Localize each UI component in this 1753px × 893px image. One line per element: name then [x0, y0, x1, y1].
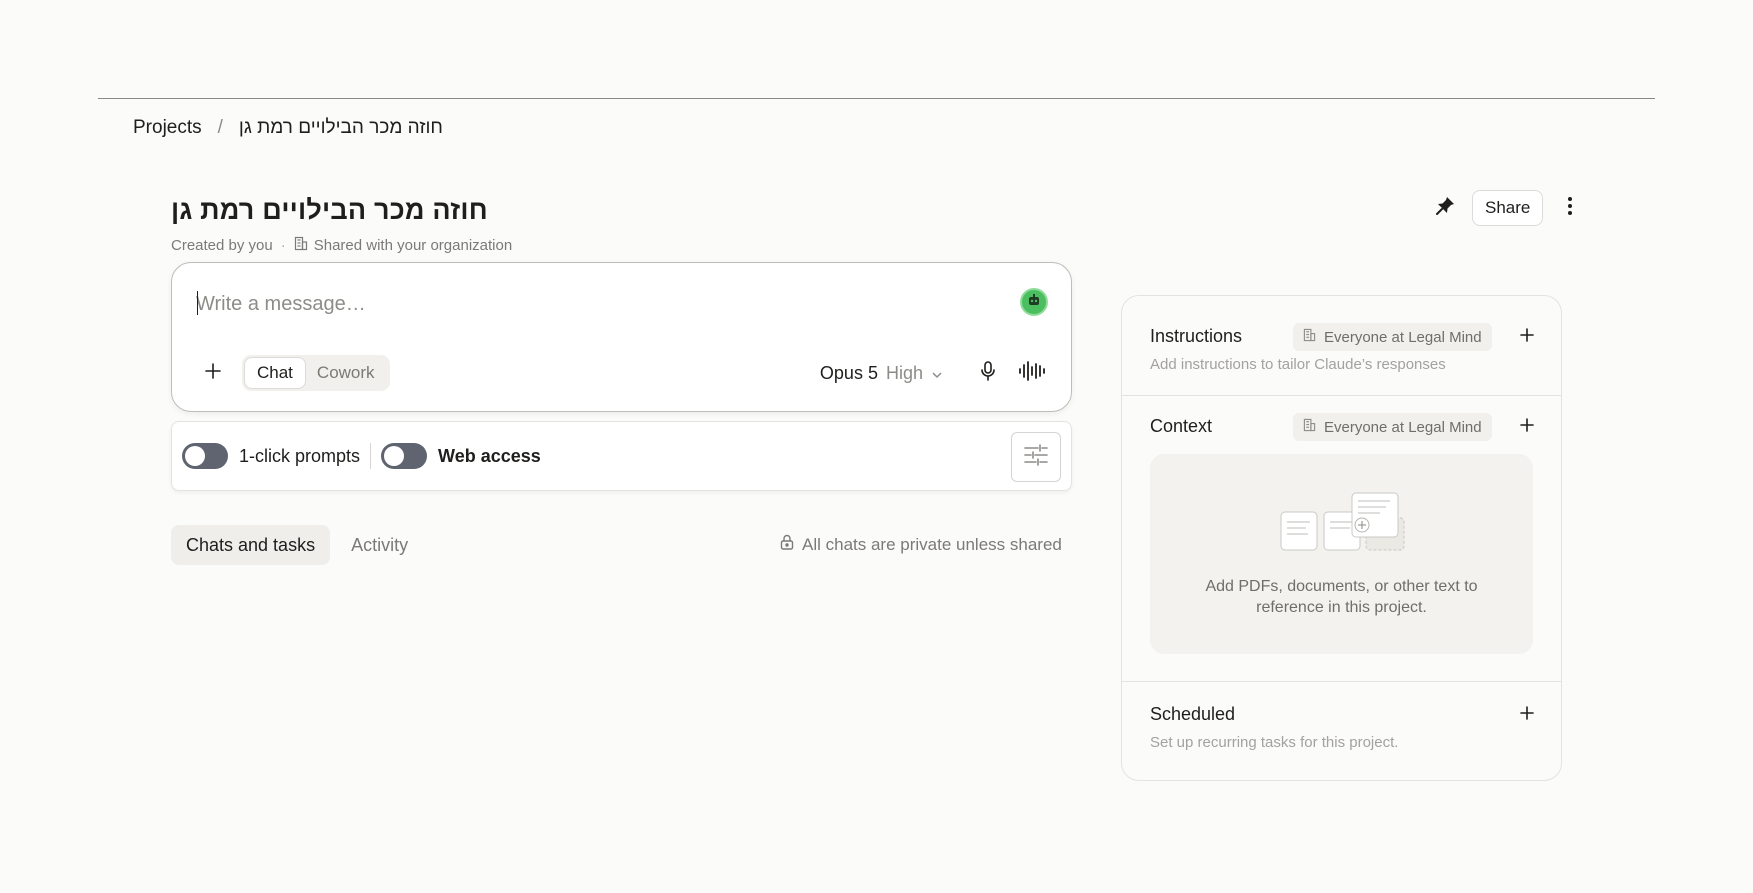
chevron-down-icon [931, 363, 943, 384]
pin-icon [1434, 195, 1456, 222]
microphone-icon [979, 360, 997, 387]
settings-sliders-button[interactable] [1011, 432, 1061, 482]
breadcrumb-current: חוזה מכר הבילויים רמת גן [238, 117, 443, 138]
instructions-section: Instructions Everyone at Legal Mind Add … [1122, 296, 1561, 396]
robot-icon [1027, 293, 1041, 312]
web-access-label: Web access [438, 445, 541, 466]
project-meta: Created by you · Shared with your organi… [171, 236, 512, 255]
instructions-title: Instructions [1150, 326, 1243, 346]
header-actions: Share [1428, 190, 1587, 226]
documents-illustration-icon [1280, 492, 1406, 557]
context-section: Context Everyone at Legal Mind Add PDFs,… [1122, 396, 1561, 682]
top-divider [98, 98, 1655, 99]
meta-separator: · [280, 237, 286, 254]
plus-icon [204, 362, 222, 385]
dictation-button[interactable] [973, 358, 1003, 388]
more-options-button[interactable] [1553, 191, 1587, 225]
composer-options-bar: 1-click prompts Web access [171, 421, 1072, 491]
sliders-icon [1023, 443, 1049, 472]
project-page: Projects / חוזה מכר הבילויים רמת גן חוזה… [0, 0, 1753, 893]
privacy-note-text: All chats are private unless shared [802, 534, 1062, 554]
building-icon [1303, 418, 1316, 436]
plus-icon [1520, 705, 1534, 725]
project-title[interactable]: חוזה מכר הבילויים רמת גן [171, 195, 488, 226]
scheduled-title: Scheduled [1150, 704, 1236, 724]
waveform-icon [1018, 360, 1046, 386]
context-title: Context [1150, 416, 1213, 436]
context-dropzone[interactable]: Add PDFs, documents, or other text to re… [1150, 454, 1533, 654]
instructions-scope-badge[interactable]: Everyone at Legal Mind [1293, 323, 1492, 351]
add-context-button[interactable] [1514, 414, 1540, 440]
created-by-label: Created by you [171, 237, 273, 254]
building-icon [294, 236, 308, 255]
add-attachment-button[interactable] [196, 356, 230, 390]
effort-level: High [885, 362, 923, 383]
model-selector[interactable]: Opus 5 High [820, 363, 943, 384]
pin-button[interactable] [1428, 191, 1462, 225]
building-icon [1303, 328, 1316, 346]
scheduled-description: Set up recurring tasks for this project. [1150, 734, 1399, 751]
breadcrumb-projects-link[interactable]: Projects [133, 117, 202, 139]
plus-icon [1520, 327, 1534, 347]
instructions-description: Add instructions to tailor Claude’s resp… [1150, 356, 1446, 373]
breadcrumb-separator: / [217, 117, 223, 138]
one-click-prompts-label: 1-click prompts [239, 445, 361, 466]
add-instructions-button[interactable] [1514, 324, 1540, 350]
project-side-panel: Instructions Everyone at Legal Mind Add … [1121, 295, 1562, 781]
tab-chats-and-tasks[interactable]: Chats and tasks [171, 525, 331, 565]
mode-switch: Chat Cowork [242, 355, 390, 391]
message-composer: Chat Cowork Opus 5 High [171, 262, 1072, 412]
context-hint: Add PDFs, documents, or other text to re… [1205, 578, 1478, 616]
more-vertical-icon [1567, 196, 1573, 221]
share-button[interactable]: Share [1472, 190, 1544, 226]
breadcrumb: Projects / חוזה מכר הבילויים רמת גן [133, 117, 443, 139]
composer-toolbar: Chat Cowork Opus 5 High [196, 355, 1047, 391]
plus-icon [1520, 417, 1534, 437]
instructions-scope-label: Everyone at Legal Mind [1324, 328, 1482, 346]
message-input[interactable] [196, 289, 976, 319]
tab-activity[interactable]: Activity [336, 525, 423, 565]
agent-avatar[interactable] [1020, 288, 1048, 316]
voice-mode-button[interactable] [1017, 358, 1047, 388]
privacy-note: All chats are private unless shared [780, 534, 1062, 555]
add-scheduled-task-button[interactable] [1514, 702, 1540, 728]
context-scope-label: Everyone at Legal Mind [1324, 418, 1482, 436]
toggle-divider [370, 443, 372, 469]
sharing-label: Shared with your organization [313, 237, 513, 254]
project-tabs: Chats and tasks Activity [171, 525, 423, 565]
web-access-toggle[interactable] [381, 443, 428, 469]
text-caret [197, 291, 198, 315]
model-name: Opus 5 [819, 362, 878, 383]
scheduled-section: Scheduled Set up recurring tasks for thi… [1122, 682, 1561, 782]
mode-chat[interactable]: Chat [245, 358, 305, 388]
lock-icon [780, 534, 794, 555]
one-click-prompts-toggle[interactable] [182, 443, 228, 469]
sharing-status[interactable]: Shared with your organization [294, 236, 512, 255]
mode-cowork[interactable]: Cowork [305, 358, 387, 388]
context-scope-badge[interactable]: Everyone at Legal Mind [1293, 413, 1492, 441]
